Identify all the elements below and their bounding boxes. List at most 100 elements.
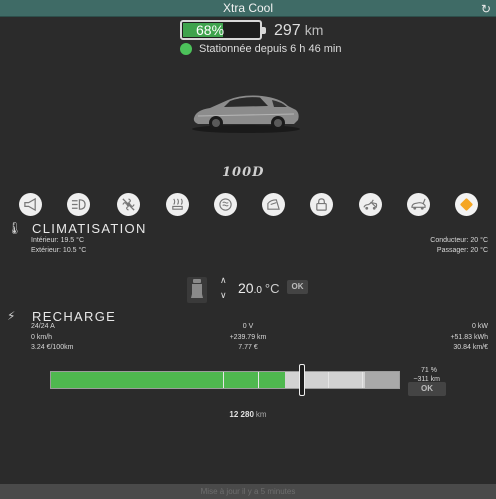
bar-divider — [223, 372, 224, 388]
charge-consumption-value: 3.24 — [31, 344, 45, 351]
sentry-button[interactable] — [455, 193, 478, 216]
fan-off-icon — [122, 198, 135, 211]
charge-limit-handle[interactable] — [299, 364, 305, 396]
range-readout: 297 km — [274, 20, 323, 41]
charge-speed: 0 km/h — [31, 333, 52, 342]
odometer: 12 280 km — [0, 410, 496, 419]
charge-current-value: 24/24 — [31, 323, 49, 330]
charge-power-unit: kW — [477, 323, 488, 330]
fan-off-button[interactable] — [117, 193, 140, 216]
temp-setpoint-dec: .0 — [253, 285, 262, 296]
seat-heater-button[interactable] — [166, 193, 189, 216]
lightning-icon: ⚡︎ — [7, 309, 16, 323]
lock-button[interactable] — [310, 193, 333, 216]
window-titlebar: Xtra Cool ↻ — [0, 0, 496, 17]
exterior-unit: °C — [78, 247, 87, 254]
battery-percent: 68% — [196, 22, 225, 38]
charge-bar-max-zone — [365, 372, 399, 388]
interior-label: Intérieur: — [31, 237, 59, 244]
parked-status-text: Stationnée depuis 6 h 46 min — [199, 43, 342, 55]
charge-price-unit: km/€ — [472, 344, 488, 351]
exterior-label: Extérieur: — [31, 247, 61, 254]
charge-level-fill — [51, 372, 285, 388]
driver-value: 20 — [470, 237, 479, 244]
charge-energy-added: +51.83 kWh — [450, 333, 488, 342]
temp-setpoint-int: 20 — [238, 280, 254, 296]
charge-power-value: 0 — [472, 323, 476, 330]
passenger-unit: °C — [480, 247, 488, 254]
charge-speed-value: 0 — [31, 334, 35, 341]
charge-power: 0 kW — [472, 322, 488, 331]
driver-temp: Conducteur: 20 °C — [430, 236, 488, 245]
charge-current-unit: A — [50, 323, 55, 330]
charge-voltage-unit: V — [248, 323, 254, 330]
odometer-unit: km — [255, 410, 267, 419]
battery-tip — [262, 27, 266, 34]
range-value: 297 — [274, 22, 301, 39]
interior-value: 19.5 — [60, 237, 75, 244]
refresh-icon[interactable]: ↻ — [481, 1, 491, 18]
interior-unit: °C — [76, 237, 85, 244]
passenger-temp: Passager: 20 °C — [437, 246, 488, 255]
charge-added-range: +239.79 km — [218, 333, 278, 342]
charge-price: 30.84 km/€ — [453, 343, 488, 352]
headlights-icon — [71, 199, 86, 210]
climate-ok-button[interactable]: OK — [287, 280, 308, 294]
interior-temp: Intérieur: 19.5 °C — [31, 236, 84, 245]
charge-limit-percent-unit: % — [430, 367, 437, 374]
passenger-value: 20 — [470, 247, 479, 254]
charge-cost-unit: € — [253, 344, 258, 351]
falcon-wing-icon — [267, 199, 280, 210]
driver-unit: °C — [480, 237, 488, 244]
range-unit: km — [304, 22, 324, 38]
charge-consumption: 3.24 €/100km — [31, 343, 73, 352]
trunk-button[interactable] — [407, 193, 430, 216]
charge-speed-unit: km/h — [36, 334, 53, 341]
frunk-button[interactable] — [359, 193, 382, 216]
battery-indicator: 68% — [180, 20, 266, 40]
horn-icon — [24, 197, 36, 212]
falcon-wing-button[interactable] — [262, 193, 285, 216]
horn-button[interactable] — [19, 193, 42, 216]
charge-added-range-value: +239.79 — [229, 334, 256, 341]
window-title: Xtra Cool — [222, 1, 274, 15]
defrost-button[interactable] — [214, 193, 237, 216]
charge-limit-percent-value: 71 — [421, 367, 429, 374]
bar-divider — [328, 372, 329, 388]
seat-heater-icon — [172, 198, 183, 210]
charge-voltage-value: 0 — [242, 323, 247, 330]
temp-setpoint: 20.0 °C — [238, 280, 280, 299]
exterior-temp: Extérieur: 10.5 °C — [31, 246, 86, 255]
model-badge: 100D — [222, 165, 265, 180]
defrost-icon — [219, 198, 232, 211]
charge-current: 24/24 A — [31, 322, 55, 331]
lock-icon — [316, 198, 327, 211]
temp-setpoint-unit: °C — [264, 281, 280, 296]
climate-title: CLIMATISATION — [32, 221, 147, 236]
charge-limit-percent: 71 % — [421, 366, 437, 375]
temp-up-chevron-icon[interactable]: ∧ — [220, 276, 227, 285]
charge-energy-added-unit: kWh — [474, 334, 488, 341]
bar-divider — [362, 372, 363, 388]
trunk-icon — [411, 198, 426, 210]
charge-ok-button[interactable]: OK — [408, 382, 446, 396]
charge-added-range-unit: km — [257, 334, 267, 341]
driver-label: Conducteur: — [430, 237, 469, 244]
last-update-footer: Mise à jour il y a 5 minutes — [0, 484, 496, 499]
charge-price-value: 30.84 — [453, 344, 471, 351]
car-image — [192, 95, 300, 133]
charge-cost: 7.77 € — [218, 343, 278, 352]
charge-level-bar — [50, 371, 400, 389]
charge-voltage: 0 V — [218, 322, 278, 331]
exterior-value: 10.5 — [62, 247, 77, 254]
parked-status-dot — [180, 43, 192, 55]
charge-cost-value: 7.77 — [238, 344, 252, 351]
headlights-button[interactable] — [67, 193, 90, 216]
frunk-icon — [363, 199, 378, 210]
charge-energy-added-value: +51.83 — [450, 334, 473, 341]
charge-consumption-unit: €/100km — [46, 344, 74, 351]
odometer-value: 12 280 — [229, 410, 254, 419]
temp-down-chevron-icon[interactable]: ∨ — [220, 291, 227, 300]
sentry-icon — [460, 198, 473, 211]
seat-icon[interactable] — [187, 277, 207, 303]
